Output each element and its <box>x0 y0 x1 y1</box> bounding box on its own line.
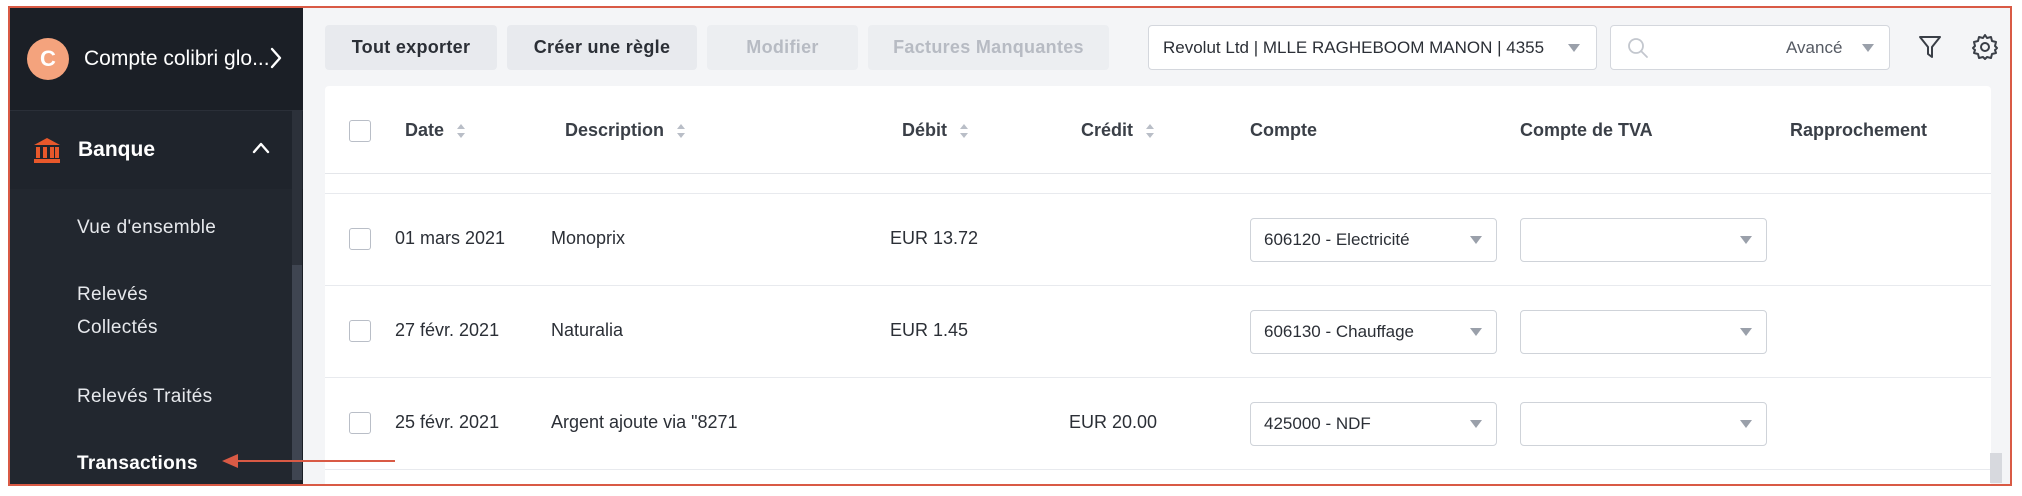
column-header-debit[interactable]: Débit <box>902 120 969 141</box>
avatar: C <box>27 38 69 80</box>
account-name: Compte colibri glo... <box>84 47 270 70</box>
sidebar-item-vue-ensemble[interactable]: Vue d'ensemble <box>77 211 216 244</box>
bank-icon <box>34 138 60 163</box>
row-description: Argent ajoute via "8271 <box>551 412 738 432</box>
sidebar-item-releves-collectes[interactable]: Relevés Collectés <box>77 278 158 344</box>
row-description: Monoprix <box>551 228 626 248</box>
select-all-checkbox[interactable] <box>349 120 371 142</box>
account-dropdown[interactable]: 425000 - NDF <box>1250 402 1497 446</box>
modify-button[interactable]: Modifier <box>707 25 858 70</box>
chevron-down-icon <box>1740 420 1752 428</box>
search-input[interactable] <box>1661 34 1781 62</box>
table-scrollbar-thumb[interactable] <box>1990 453 2002 483</box>
table-row[interactable]: 27 févr. 2021 Naturalia EUR 1.45 606130 … <box>325 286 1991 378</box>
sidebar-item-releves-traites[interactable]: Relevés Traités <box>77 380 212 413</box>
advanced-search-toggle[interactable]: Avancé <box>1786 38 1842 58</box>
column-header-account: Compte <box>1250 120 1317 140</box>
create-rule-button[interactable]: Créer une règle <box>507 25 697 70</box>
row-checkbox[interactable] <box>349 412 371 434</box>
bank-account-select[interactable]: Revolut Ltd | MLLE RAGHEBOOM MANON | 435… <box>1148 25 1597 70</box>
account-switcher[interactable]: C Compte colibri glo... <box>10 8 303 111</box>
missing-invoices-button[interactable]: Factures Manquantes <box>868 25 1109 70</box>
row-checkbox[interactable] <box>349 228 371 250</box>
row-date: 25 févr. 2021 <box>395 412 500 432</box>
chevron-down-icon <box>1568 44 1580 52</box>
row-debit: EUR 1.45 <box>890 320 969 340</box>
row-date: 27 févr. 2021 <box>395 320 500 340</box>
filter-icon[interactable] <box>1915 32 1945 62</box>
chevron-down-icon <box>1740 328 1752 336</box>
vat-account-dropdown[interactable] <box>1520 218 1767 262</box>
row-date: 01 mars 2021 <box>395 228 506 248</box>
column-header-vat-account: Compte de TVA <box>1520 120 1653 140</box>
sort-icon <box>677 123 686 138</box>
main-content: Tout exporter Créer une règle Modifier F… <box>303 8 2010 484</box>
account-dropdown[interactable]: 606120 - Electricité <box>1250 218 1497 262</box>
vat-account-dropdown[interactable] <box>1520 310 1767 354</box>
row-debit: EUR 13.72 <box>890 228 979 248</box>
column-header-description[interactable]: Description <box>565 120 686 141</box>
vat-account-dropdown[interactable] <box>1520 402 1767 446</box>
sidebar: C Compte colibri glo... Banque Vue d'ens… <box>10 8 303 484</box>
bank-account-select-value: Revolut Ltd | MLLE RAGHEBOOM MANON | 435… <box>1163 37 1545 57</box>
table-row[interactable]: 01 mars 2021 Monoprix EUR 13.72 606120 -… <box>325 194 1991 286</box>
sidebar-scrollbar-thumb[interactable] <box>292 265 302 480</box>
chevron-down-icon <box>1740 236 1752 244</box>
app-window: C Compte colibri glo... Banque Vue d'ens… <box>0 0 2022 496</box>
chevron-right-icon <box>270 47 282 69</box>
annotation-arrow-icon <box>222 454 395 468</box>
sort-icon <box>1146 123 1155 138</box>
chevron-up-icon[interactable] <box>251 141 271 155</box>
chevron-down-icon <box>1470 420 1482 428</box>
column-header-credit[interactable]: Crédit <box>1081 120 1155 141</box>
row-checkbox[interactable] <box>349 320 371 342</box>
sidebar-submenu: Vue d'ensemble Relevés Collectés Relevés… <box>10 189 300 484</box>
search-icon <box>1628 38 1648 58</box>
column-header-reconciliation: Rapprochement <box>1790 120 1928 140</box>
export-all-button[interactable]: Tout exporter <box>325 25 497 70</box>
sidebar-item-transactions[interactable]: Transactions <box>77 447 198 480</box>
gear-icon[interactable] <box>1970 32 2000 62</box>
chevron-down-icon <box>1470 328 1482 336</box>
table-header: Date Description Débit Crédit Compte Com… <box>325 86 1991 174</box>
transactions-table: Date Description Débit Crédit Compte Com… <box>325 86 1991 484</box>
row-credit: EUR 20.00 <box>1069 412 1158 432</box>
search-box: Avancé <box>1610 25 1890 70</box>
chevron-down-icon <box>1862 44 1874 52</box>
account-dropdown[interactable]: 606130 - Chauffage <box>1250 310 1497 354</box>
sort-icon <box>457 123 466 138</box>
column-header-date[interactable]: Date <box>405 120 466 141</box>
chevron-down-icon <box>1470 236 1482 244</box>
sidebar-section-banque[interactable]: Banque <box>10 111 303 189</box>
sort-icon <box>960 123 968 138</box>
sidebar-section-label: Banque <box>78 138 156 161</box>
row-description: Naturalia <box>551 320 624 340</box>
table-row[interactable]: 25 févr. 2021 Argent ajoute via "8271 EU… <box>325 378 1991 470</box>
